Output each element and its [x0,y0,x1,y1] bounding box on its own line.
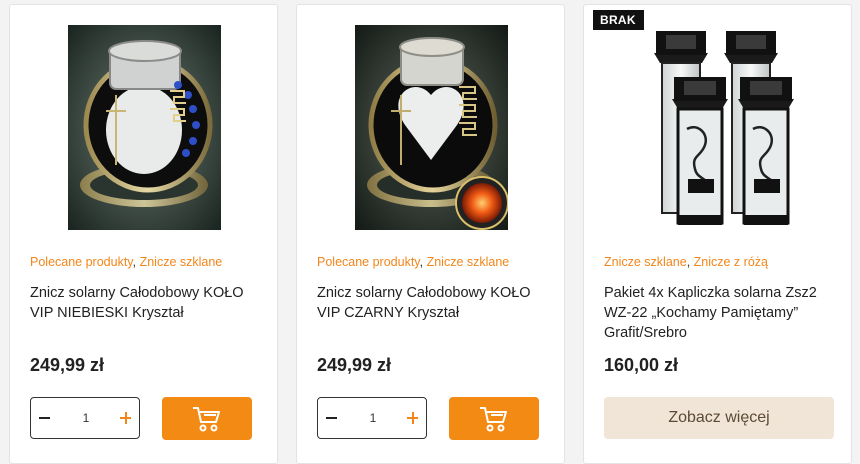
product-image[interactable] [355,25,508,230]
product-title[interactable]: Znicz solarny Całodobowy KOŁO VIP CZARNY… [317,283,553,323]
product-card: Polecane produkty, Znicze szklane Znicz … [9,4,278,464]
out-of-stock-badge: BRAK [593,10,644,30]
product-price: 249,99 zł [317,355,392,375]
product-categories: Polecane produkty, Znicze szklane [30,255,222,269]
quantity-stepper: 1 [30,397,140,439]
category-separator: , [132,255,140,269]
plus-icon[interactable] [406,409,420,425]
add-to-cart-button[interactable] [449,397,539,440]
category-link[interactable]: Polecane produkty [317,255,420,269]
category-link[interactable]: Znicze szklane [427,255,510,269]
product-image[interactable] [68,25,221,230]
view-more-button[interactable]: Zobacz więcej [604,397,834,439]
product-categories: Polecane produkty, Znicze szklane [317,255,509,269]
product-title[interactable]: Znicz solarny Całodobowy KOŁO VIP NIEBIE… [30,283,266,323]
minus-icon[interactable] [39,409,53,425]
product-card: BRAK Znicze szklane, Znicze z różą Pakie… [583,4,852,464]
category-separator: , [419,255,427,269]
product-price: 249,99 zł [30,355,105,375]
shopping-cart-icon [480,407,507,432]
plus-icon[interactable] [119,409,133,425]
shopping-cart-icon [193,407,220,432]
product-image[interactable] [642,29,795,227]
product-title[interactable]: Pakiet 4x Kapliczka solarna Zsz2 WZ-22 „… [604,283,840,343]
product-card: Polecane produkty, Znicze szklane Znicz … [296,4,565,464]
category-link[interactable]: Polecane produkty [30,255,133,269]
minus-icon[interactable] [326,409,340,425]
category-link[interactable]: Znicze z różą [694,255,768,269]
product-categories: Znicze szklane, Znicze z różą [604,255,768,269]
category-link[interactable]: Znicze szklane [604,255,687,269]
quantity-stepper: 1 [317,397,427,439]
quantity-value[interactable]: 1 [358,411,388,425]
category-separator: , [686,255,694,269]
category-link[interactable]: Znicze szklane [140,255,223,269]
quantity-value[interactable]: 1 [71,411,101,425]
product-price: 160,00 zł [604,355,679,375]
add-to-cart-button[interactable] [162,397,252,440]
